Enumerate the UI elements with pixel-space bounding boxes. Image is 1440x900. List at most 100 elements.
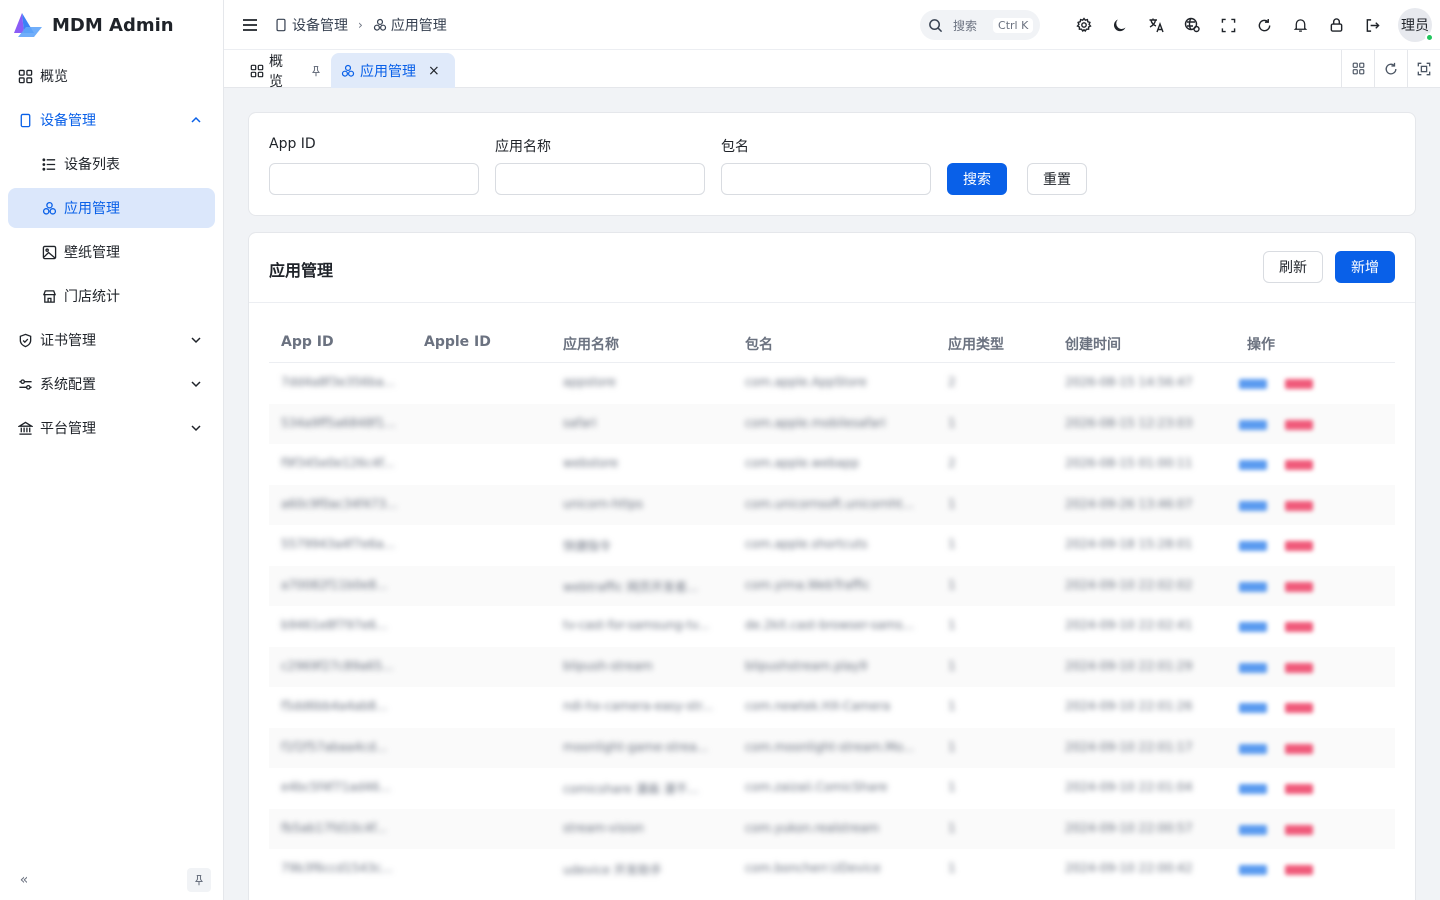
edit-action[interactable] bbox=[1239, 419, 1267, 430]
table-row[interactable]: b9461e8f797e6... tv-cast-for-samsung-tv..… bbox=[269, 606, 1395, 647]
column-header[interactable]: App ID bbox=[281, 334, 334, 350]
delete-action[interactable] bbox=[1285, 662, 1313, 673]
table-row[interactable]: 5579943a4f7e6a... 快捷指令 com.apple.shortcuts… bbox=[269, 525, 1395, 566]
table-header-row: App ID Apple ID 应用名称 包名 应用类型 创建时间 操作 bbox=[269, 323, 1395, 363]
table-cell: com.apple.mobilesafari bbox=[745, 415, 886, 430]
column-header[interactable]: 创建时间 bbox=[1065, 334, 1121, 354]
table-cell: 5579943a4f7e6a... bbox=[281, 537, 396, 551]
delete-action[interactable] bbox=[1285, 460, 1313, 470]
app-id-label: App ID bbox=[269, 136, 316, 152]
edit-action[interactable] bbox=[1239, 743, 1267, 754]
brand[interactable]: MDM Admin bbox=[0, 0, 223, 50]
edit-action[interactable] bbox=[1239, 824, 1267, 835]
sidebar-item-store-stats[interactable]: 门店统计 bbox=[8, 276, 215, 316]
user-avatar[interactable]: 理员 bbox=[1398, 8, 1434, 42]
sidebar-item-label: 门店统计 bbox=[64, 289, 120, 305]
column-header[interactable]: 操作 bbox=[1247, 334, 1275, 354]
close-icon[interactable]: × bbox=[428, 63, 440, 79]
tab-label: 应用管理 bbox=[360, 63, 416, 80]
delete-action[interactable] bbox=[1285, 784, 1313, 794]
settings-gear-icon[interactable] bbox=[1066, 7, 1102, 43]
table-row[interactable]: e4bc5f4f71ad46... comicshare 漫画 漫不... com.… bbox=[269, 768, 1395, 809]
delete-action[interactable] bbox=[1285, 581, 1313, 592]
tab-app-management[interactable]: 应用管理 × bbox=[331, 53, 455, 88]
column-header[interactable]: Apple ID bbox=[424, 334, 491, 350]
tab-refresh-icon[interactable] bbox=[1374, 50, 1407, 87]
pin-icon[interactable] bbox=[187, 868, 211, 892]
edit-action[interactable] bbox=[1239, 379, 1267, 389]
sidebar-item-wallpaper[interactable]: 壁纸管理 bbox=[8, 232, 215, 272]
table-cell: 1 bbox=[948, 658, 956, 673]
fullscreen-icon[interactable] bbox=[1210, 7, 1246, 43]
delete-action[interactable] bbox=[1285, 824, 1313, 835]
sidebar-item-device-management[interactable]: 设备管理 bbox=[8, 100, 215, 140]
tab-overview-grid-icon[interactable] bbox=[1341, 50, 1374, 87]
delete-action[interactable] bbox=[1285, 500, 1313, 511]
breadcrumb-item[interactable]: 应用管理 bbox=[373, 15, 447, 35]
search-button[interactable]: 搜索 bbox=[947, 163, 1007, 195]
theme-palette-icon[interactable] bbox=[1174, 7, 1210, 43]
edit-action[interactable] bbox=[1239, 784, 1267, 794]
edit-action[interactable] bbox=[1239, 541, 1267, 551]
notification-bell-icon[interactable] bbox=[1282, 7, 1318, 43]
sidebar-item-system-config[interactable]: 系统配置 bbox=[8, 364, 215, 404]
edit-action[interactable] bbox=[1239, 500, 1267, 511]
table-row[interactable]: a60c9f0ac34f473... unicorn-https com.unico… bbox=[269, 484, 1395, 525]
edit-action[interactable] bbox=[1239, 703, 1267, 713]
reset-button[interactable]: 重置 bbox=[1027, 163, 1087, 195]
table-cell: moonlight-game-strea... bbox=[563, 739, 709, 754]
sidebar-item-overview[interactable]: 概览 bbox=[8, 56, 215, 96]
table-row[interactable]: f9f345e0e126c4f... webstore com.apple.weba… bbox=[269, 444, 1395, 485]
table-row[interactable]: 79b3f6ccd1543c... udevice 开发助手 com.boncher… bbox=[269, 849, 1395, 890]
add-button[interactable]: 新增 bbox=[1335, 251, 1395, 283]
app-name-input[interactable] bbox=[495, 163, 705, 195]
menu-toggle-icon[interactable] bbox=[238, 13, 262, 37]
logout-icon[interactable] bbox=[1354, 7, 1390, 43]
lock-screen-icon[interactable] bbox=[1318, 7, 1354, 43]
edit-action[interactable] bbox=[1239, 662, 1267, 673]
refresh-button[interactable]: 刷新 bbox=[1263, 251, 1323, 283]
sidebar-item-label: 证书管理 bbox=[40, 333, 96, 349]
app-id-input[interactable] bbox=[269, 163, 479, 195]
delete-action[interactable] bbox=[1285, 703, 1313, 713]
table-row[interactable]: 534a9ff5a6848f1... safari com.apple.mobile… bbox=[269, 403, 1395, 444]
delete-action[interactable] bbox=[1285, 865, 1313, 875]
breadcrumb-item[interactable]: 设备管理 bbox=[274, 15, 348, 35]
table-row[interactable]: 7dd4a8f3e356ba... appstore com.apple.AppSt… bbox=[269, 363, 1395, 404]
delete-action[interactable] bbox=[1285, 541, 1313, 551]
delete-action[interactable] bbox=[1285, 379, 1313, 389]
translate-icon[interactable] bbox=[1138, 7, 1174, 43]
delete-action[interactable] bbox=[1285, 622, 1313, 632]
edit-action[interactable] bbox=[1239, 581, 1267, 592]
column-header[interactable]: 应用类型 bbox=[948, 334, 1004, 354]
column-header[interactable]: 包名 bbox=[745, 334, 773, 354]
table-row[interactable]: f5dd6bb4a4ab8... ndi-hx-camera-easy-str..… bbox=[269, 687, 1395, 728]
table-cell: 1 bbox=[948, 577, 956, 592]
sidebar-footer: « bbox=[12, 868, 211, 892]
refresh-icon[interactable] bbox=[1246, 7, 1282, 43]
delete-action[interactable] bbox=[1285, 743, 1313, 754]
table-row[interactable]: c2969f27c89a65... blipush-stream blipushst… bbox=[269, 646, 1395, 687]
dark-mode-moon-icon[interactable] bbox=[1102, 7, 1138, 43]
edit-action[interactable] bbox=[1239, 622, 1267, 632]
table-cell: 2026-08-15 14:56:47 bbox=[1065, 375, 1193, 389]
collapse-sidebar-icon[interactable]: « bbox=[12, 868, 36, 892]
table-row[interactable]: a70082f11b0e8... webtraffic 网页开发者... com.y… bbox=[269, 565, 1395, 606]
global-search[interactable]: 搜索 Ctrl K bbox=[920, 10, 1040, 40]
sidebar-item-platform[interactable]: 平台管理 bbox=[8, 408, 215, 448]
table-row[interactable]: f1f2f57abaa4cd... moonlight-game-strea...… bbox=[269, 727, 1395, 768]
delete-action[interactable] bbox=[1285, 419, 1313, 430]
sidebar-item-certificates[interactable]: 证书管理 bbox=[8, 320, 215, 360]
sidebar-item-label: 系统配置 bbox=[40, 377, 96, 393]
tab-overview[interactable]: 概览 bbox=[240, 53, 332, 90]
pin-icon[interactable] bbox=[310, 65, 322, 77]
column-header[interactable]: 应用名称 bbox=[563, 334, 619, 354]
tab-maximize-icon[interactable] bbox=[1407, 50, 1440, 87]
table-cell: safari bbox=[563, 415, 597, 430]
edit-action[interactable] bbox=[1239, 460, 1267, 470]
table-row[interactable]: fb5ab17fd10c4f... stream-vision com.yukon.… bbox=[269, 808, 1395, 849]
package-name-input[interactable] bbox=[721, 163, 931, 195]
sidebar-item-device-list[interactable]: 设备列表 bbox=[8, 144, 215, 184]
edit-action[interactable] bbox=[1239, 865, 1267, 875]
sidebar-item-app-management[interactable]: 应用管理 bbox=[8, 188, 215, 228]
